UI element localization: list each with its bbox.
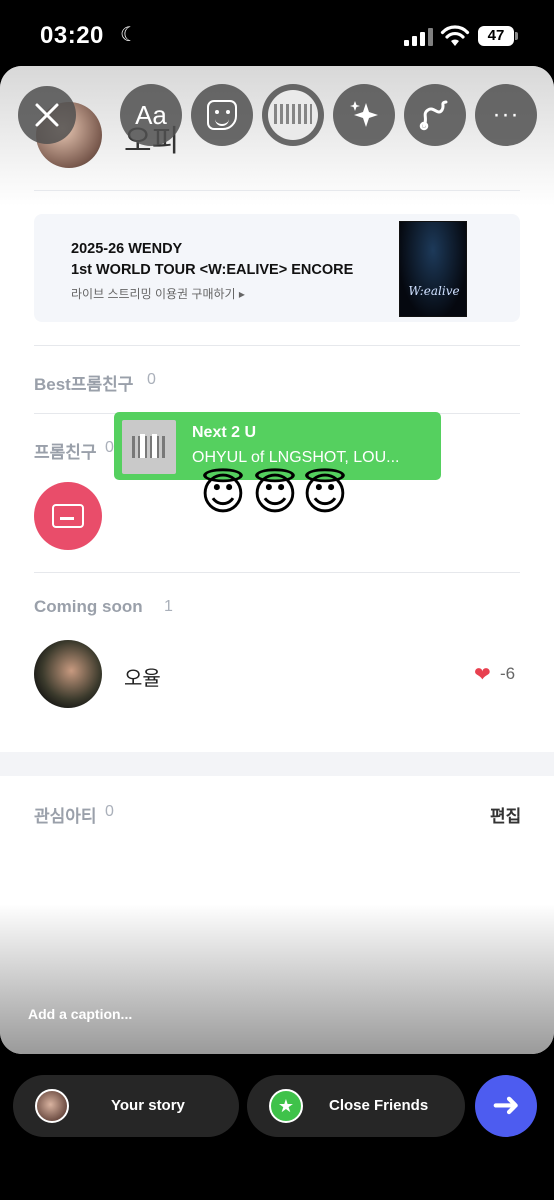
draw-squiggle-icon [419,100,448,131]
card-icon [52,504,84,528]
avatar [35,1089,69,1123]
status-bar: 03:20 ☾ 47 [0,0,554,70]
friends-label: 프롬친구 [34,443,97,462]
pause-icon[interactable] [140,434,158,458]
halo-emoji-sticker[interactable]: 😇 [302,470,348,520]
music-button[interactable] [262,84,324,146]
sticker-button[interactable] [191,84,253,146]
close-friends-button[interactable]: ★ Close Friends [247,1075,465,1137]
moon-icon: ☾ [120,24,138,46]
sticker-icon [207,100,237,130]
edit-button[interactable]: 편집 [490,802,521,827]
story-canvas[interactable]: 오피 2025-26 WENDY 1st WORLD TOUR <W:EALIV… [0,66,554,1054]
banner-title-line1: 2025-26 WENDY [71,241,183,257]
text-tool-label: Aa [135,99,167,130]
draw-button[interactable] [404,84,466,146]
halo-emoji-sticker[interactable]: 😇 [252,470,298,520]
divider [34,345,520,346]
close-friends-label: Close Friends [329,1097,429,1114]
share-next-button[interactable]: ➜ [475,1075,537,1137]
divider [34,572,520,573]
user-name: 오율 [124,668,161,690]
bottom-fade [0,904,554,1054]
battery-indicator: 47 [478,26,518,46]
best-friends-count: 0 [147,371,156,388]
arrow-right-icon: ➜ [491,1086,521,1124]
concert-poster: W:ealive [399,221,467,317]
halo-emoji-sticker[interactable]: 😇 [200,470,246,520]
text-tool-button[interactable]: Aa [120,84,182,146]
section-gap [0,752,554,776]
status-time: 03:20 [40,22,104,49]
membership-card-button[interactable] [34,482,102,550]
music-thumbnail-icon [268,90,318,140]
song-title: Next 2 U [192,424,257,441]
heart-icon: ❤ [474,664,491,686]
poster-title: W:ealive [408,284,460,298]
heart-count: -6 [500,664,516,683]
interest-artist-label: 관심아티 [34,807,97,826]
coming-soon-label: Coming soon [34,597,143,616]
more-button[interactable]: ··· [475,84,537,146]
cellular-signal-icon [404,28,434,46]
best-friends-label: Best프롬친구 [34,375,134,394]
your-story-label: Your story [111,1097,185,1114]
your-story-button[interactable]: Your story [13,1075,239,1137]
caption-input[interactable]: Add a caption... [28,1006,132,1022]
user-avatar [34,640,102,708]
close-button[interactable] [18,86,76,144]
banner-purchase-link[interactable]: 라이브 스트리밍 이용권 구매하기 ▸ [71,285,245,302]
effects-button[interactable] [333,84,395,146]
close-icon [35,103,59,127]
concert-banner[interactable]: 2025-26 WENDY 1st WORLD TOUR <W:EALIVE> … [34,214,520,322]
wifi-icon [440,25,470,46]
sparkles-icon [350,101,378,127]
song-artist: OHYUL of LNGSHOT, LOU... [192,449,400,466]
coming-soon-count: 1 [164,598,173,615]
interest-artist-count: 0 [105,803,114,820]
more-icon: ··· [492,101,520,128]
friends-count: 0 [105,439,114,456]
banner-title-line2: 1st WORLD TOUR <W:EALIVE> ENCORE [71,262,354,278]
star-icon: ★ [269,1089,303,1123]
divider [34,190,520,191]
